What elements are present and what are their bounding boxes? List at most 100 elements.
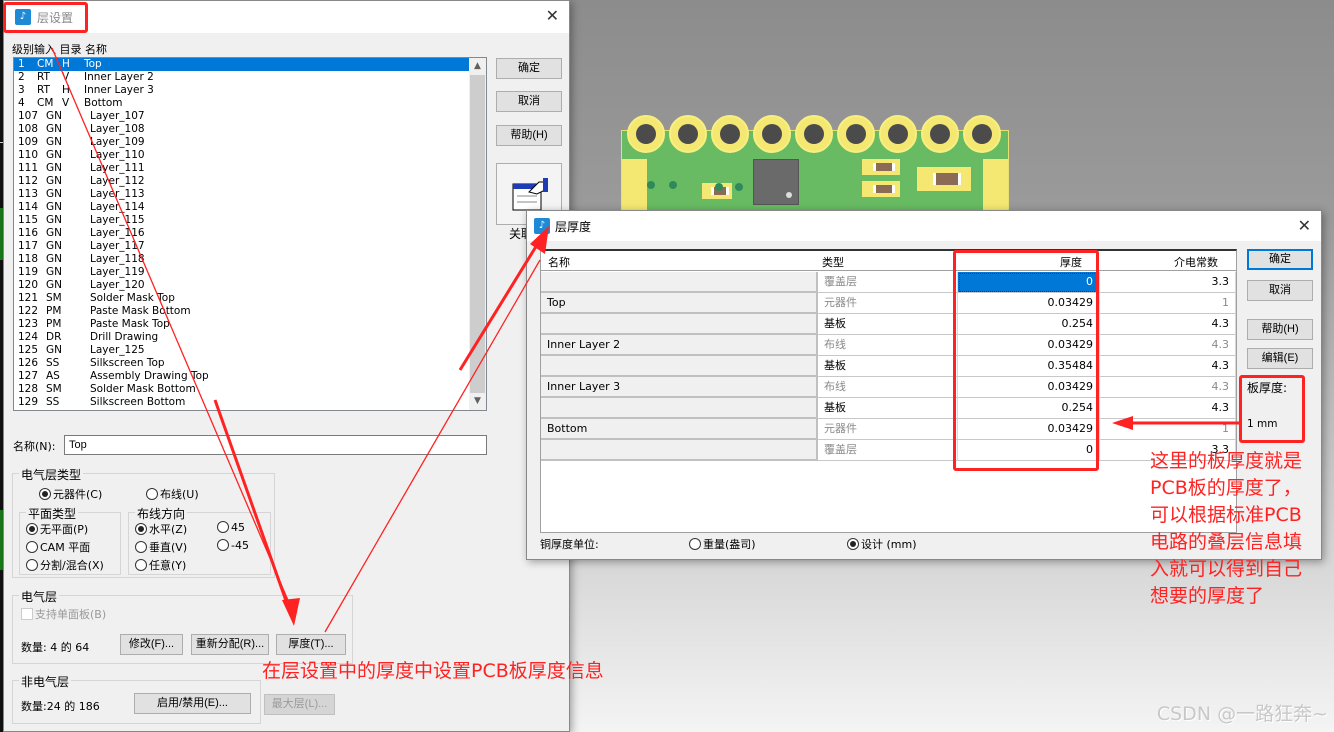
cell-name[interactable] xyxy=(541,272,818,293)
radio-no-plane[interactable]: 无平面(P) xyxy=(26,521,88,537)
layer-list-item[interactable]: 1 CM H Top xyxy=(14,58,469,71)
layer-list-item[interactable]: 128 SM Solder Mask Bottom xyxy=(14,383,486,396)
layer-list-item[interactable]: 123 PM Paste Mask Top xyxy=(14,318,486,331)
radio-45[interactable]: 45 xyxy=(217,521,245,534)
help-button[interactable]: 帮助(H) xyxy=(1247,319,1313,340)
layer-list-item[interactable]: 117 GN Layer_117 xyxy=(14,240,486,253)
close-icon[interactable]: ✕ xyxy=(1298,216,1311,235)
cell-type[interactable]: 覆盖层 xyxy=(818,272,958,293)
layer-level: 113 xyxy=(18,188,39,200)
layer-level: 123 xyxy=(18,318,39,330)
cell-dielectric[interactable]: 4.3 xyxy=(1100,377,1236,398)
cell-name[interactable]: Inner Layer 2 xyxy=(541,335,818,356)
cell-name[interactable]: Bottom xyxy=(541,419,818,440)
layer-dir: H xyxy=(62,58,70,70)
layer-list-item[interactable]: 108 GN Layer_108 xyxy=(14,123,486,136)
single-sided-checkbox[interactable]: 支持单面板(B) xyxy=(21,606,106,622)
layer-list-item[interactable]: 4 CM V Bottom xyxy=(14,97,486,110)
radio-horizontal[interactable]: 水平(Z) xyxy=(135,521,187,537)
cancel-button[interactable]: 取消 xyxy=(1247,280,1313,301)
cell-dielectric[interactable]: 3.3 xyxy=(1100,272,1236,293)
layer-list-item[interactable]: 112 GN Layer_112 xyxy=(14,175,486,188)
thickness-button[interactable]: 厚度(T)... xyxy=(276,634,346,655)
layer-list-item[interactable]: 122 PM Paste Mask Bottom xyxy=(14,305,486,318)
thickness-row[interactable]: 覆盖层 0 3.3 xyxy=(541,440,1236,461)
cell-dielectric[interactable]: 4.3 xyxy=(1100,335,1236,356)
layer-list-item[interactable]: 121 SM Solder Mask Top xyxy=(14,292,486,305)
thickness-row[interactable]: Bottom 元器件 0.03429 1 xyxy=(541,419,1236,440)
cancel-button[interactable]: 取消 xyxy=(496,91,562,112)
thickness-row[interactable]: Inner Layer 2 布线 0.03429 4.3 xyxy=(541,335,1236,356)
cell-dielectric[interactable]: 4.3 xyxy=(1100,398,1236,419)
radio-cam-plane[interactable]: CAM 平面 xyxy=(26,539,90,555)
help-button[interactable]: 帮助(H) xyxy=(496,125,562,146)
cell-dielectric[interactable]: 1 xyxy=(1100,293,1236,314)
cell-type[interactable]: 元器件 xyxy=(818,419,958,440)
thickness-row[interactable]: 基板 0.35484 4.3 xyxy=(541,356,1236,377)
scroll-down-icon[interactable]: ▼ xyxy=(469,393,486,410)
thickness-row[interactable]: 基板 0.254 4.3 xyxy=(541,314,1236,335)
layer-type: GN xyxy=(46,279,62,291)
cell-type[interactable]: 元器件 xyxy=(818,293,958,314)
cell-type[interactable]: 基板 xyxy=(818,314,958,335)
layer-list-item[interactable]: 116 GN Layer_116 xyxy=(14,227,486,240)
cell-name[interactable] xyxy=(541,356,818,377)
layer-list-item[interactable]: 115 GN Layer_115 xyxy=(14,214,486,227)
modify-button[interactable]: 修改(F)... xyxy=(120,634,183,655)
layer-list-item[interactable]: 107 GN Layer_107 xyxy=(14,110,486,123)
column-header-name: 名称 xyxy=(548,256,570,269)
scroll-thumb[interactable] xyxy=(470,75,485,393)
layer-list-item[interactable]: 113 GN Layer_113 xyxy=(14,188,486,201)
cell-type[interactable]: 基板 xyxy=(818,398,958,419)
layer-list-item[interactable]: 118 GN Layer_118 xyxy=(14,253,486,266)
enable-disable-button[interactable]: 启用/禁用(E)... xyxy=(134,693,251,714)
cell-dielectric[interactable]: 4.3 xyxy=(1100,356,1236,377)
cell-type[interactable]: 布线 xyxy=(818,377,958,398)
layer-list-item[interactable]: 114 GN Layer_114 xyxy=(14,201,486,214)
thickness-row[interactable]: 基板 0.254 4.3 xyxy=(541,398,1236,419)
radio-routing[interactable]: 布线(U) xyxy=(146,486,199,502)
layer-list-item[interactable]: 120 GN Layer_120 xyxy=(14,279,486,292)
radio-component[interactable]: 元器件(C) xyxy=(39,486,102,502)
radio-vertical[interactable]: 垂直(V) xyxy=(135,539,187,555)
radio-split-mixed[interactable]: 分割/混合(X) xyxy=(26,557,104,573)
close-icon[interactable]: ✕ xyxy=(546,6,559,25)
cell-name[interactable]: Top xyxy=(541,293,818,314)
radio-minus-45[interactable]: -45 xyxy=(217,539,249,552)
thickness-row[interactable]: Top 元器件 0.03429 1 xyxy=(541,293,1236,314)
reassign-button[interactable]: 重新分配(R)... xyxy=(191,634,269,655)
cell-dielectric[interactable]: 4.3 xyxy=(1100,314,1236,335)
layer-list-item[interactable]: 127 AS Assembly Drawing Top xyxy=(14,370,486,383)
thickness-grid[interactable]: 名称 类型 厚度 介电常数 覆盖层 0 3.3 Top 元器件 0.03429 1 基板 0.2… xyxy=(540,249,1237,533)
cell-name[interactable]: Inner Layer 3 xyxy=(541,377,818,398)
layer-list-item[interactable]: 111 GN Layer_111 xyxy=(14,162,486,175)
scroll-up-icon[interactable]: ▲ xyxy=(469,58,486,75)
cell-type[interactable]: 基板 xyxy=(818,356,958,377)
layer-list-item[interactable]: 126 SS Silkscreen Top xyxy=(14,357,486,370)
layer-list-item[interactable]: 119 GN Layer_119 xyxy=(14,266,486,279)
cell-type[interactable]: 布线 xyxy=(818,335,958,356)
layer-list-item[interactable]: 3 RT H Inner Layer 3 xyxy=(14,84,486,97)
cell-type[interactable]: 覆盖层 xyxy=(818,440,958,461)
radio-any[interactable]: 任意(Y) xyxy=(135,557,186,573)
layer-list-item[interactable]: 2 RT V Inner Layer 2 xyxy=(14,71,486,84)
layer-name-input[interactable] xyxy=(64,435,487,455)
thickness-row[interactable]: Inner Layer 3 布线 0.03429 4.3 xyxy=(541,377,1236,398)
layer-list[interactable]: 1 CM H Top 2 RT V Inner Layer 2 3 RT H Inner Layer … xyxy=(13,57,487,411)
ok-button[interactable]: 确定 xyxy=(496,58,562,79)
cell-dielectric[interactable]: 1 xyxy=(1100,419,1236,440)
cell-name[interactable] xyxy=(541,440,818,461)
edit-button[interactable]: 编辑(E) xyxy=(1247,348,1313,369)
layer-list-scrollbar[interactable]: ▲ ▼ xyxy=(469,58,486,410)
cell-name[interactable] xyxy=(541,398,818,419)
layer-list-item[interactable]: 110 GN Layer_110 xyxy=(14,149,486,162)
thickness-row[interactable]: 覆盖层 0 3.3 xyxy=(541,272,1236,293)
radio-weight-oz[interactable]: 重量(盎司) xyxy=(689,536,756,552)
layer-list-item[interactable]: 124 DR Drill Drawing xyxy=(14,331,486,344)
layer-list-item[interactable]: 109 GN Layer_109 xyxy=(14,136,486,149)
layer-list-item[interactable]: 129 SS Silkscreen Bottom xyxy=(14,396,486,409)
ok-button[interactable]: 确定 xyxy=(1247,249,1313,270)
layer-list-item[interactable]: 125 GN Layer_125 xyxy=(14,344,486,357)
radio-design-mm[interactable]: 设计 (mm) xyxy=(847,536,917,552)
cell-name[interactable] xyxy=(541,314,818,335)
